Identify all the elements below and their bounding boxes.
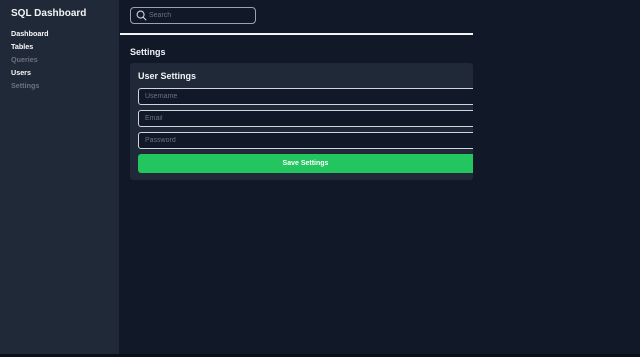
sidebar-nav: Dashboard Tables Queries Users Settings — [11, 27, 49, 92]
sidebar-item-settings[interactable]: Settings — [11, 79, 49, 92]
sidebar-item-users[interactable]: Users — [11, 66, 49, 79]
user-settings-title: User Settings — [138, 71, 197, 81]
save-settings-button[interactable]: Save Settings — [138, 154, 473, 173]
app-title: SQL Dashboard — [11, 8, 87, 19]
email-field[interactable] — [138, 110, 473, 127]
username-field[interactable] — [138, 88, 473, 105]
password-field[interactable] — [138, 132, 473, 149]
sidebar-item-tables[interactable]: Tables — [11, 40, 49, 53]
sidebar-item-dashboard[interactable]: Dashboard — [11, 27, 49, 40]
user-settings-card: User Settings Save Settings — [130, 63, 473, 180]
sidebar: SQL Dashboard Dashboard Tables Queries U… — [0, 0, 119, 354]
sidebar-item-queries[interactable]: Queries — [11, 53, 49, 66]
app-window: SQL Dashboard Dashboard Tables Queries U… — [0, 0, 640, 357]
search-icon — [136, 10, 147, 21]
search-box[interactable] — [130, 7, 256, 24]
page-title: Settings — [130, 47, 166, 57]
search-input[interactable] — [149, 9, 249, 22]
header-divider — [120, 33, 473, 35]
